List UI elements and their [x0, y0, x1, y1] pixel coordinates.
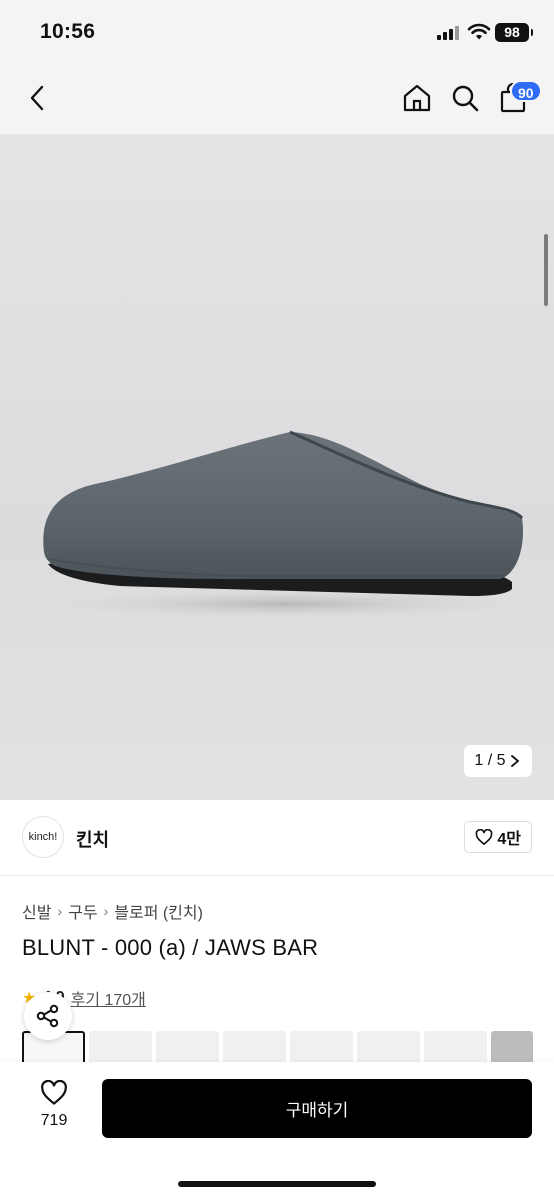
search-button[interactable] — [447, 80, 483, 116]
status-time: 10:56 — [40, 20, 96, 43]
image-counter-text: 1 / 5 — [474, 752, 506, 769]
nav-bar — [0, 64, 554, 134]
back-button[interactable] — [20, 80, 56, 116]
scroll-indicator[interactable] — [544, 234, 548, 306]
wifi-icon — [467, 23, 491, 40]
brand-like-button[interactable]: 4만 — [464, 821, 532, 853]
breadcrumb-item[interactable]: 구두 — [68, 899, 97, 923]
signal-icon — [437, 26, 461, 40]
product-image[interactable] — [0, 134, 554, 800]
breadcrumb-item[interactable]: 신발 — [22, 899, 51, 923]
breadcrumb: 신발 › 구두 › 블로퍼 (킨치) — [22, 899, 203, 923]
chevron-left-icon — [30, 85, 44, 111]
bottom-action-bar: 719 구매하기 — [0, 1062, 554, 1200]
brand-logo[interactable]: kinch! — [22, 816, 64, 858]
buy-button[interactable]: 구매하기 — [102, 1079, 532, 1138]
share-icon — [36, 1004, 59, 1028]
chevron-right-icon — [510, 755, 519, 767]
breadcrumb-item[interactable]: 블로퍼 (킨치) — [114, 899, 203, 923]
share-button[interactable] — [24, 992, 72, 1040]
chevron-right-icon: › — [103, 903, 109, 919]
chevron-right-icon: › — [57, 903, 63, 919]
heart-icon — [475, 829, 493, 845]
heart-icon — [41, 1079, 67, 1105]
wishlist-button[interactable]: 719 — [28, 1079, 80, 1130]
search-icon — [452, 85, 479, 112]
battery-icon: 98 — [495, 23, 533, 42]
home-button[interactable] — [399, 80, 435, 116]
wishlist-count: 719 — [40, 1112, 68, 1129]
home-indicator — [178, 1181, 376, 1187]
product-title: BLUNT - 000 (a) / JAWS BAR — [22, 935, 319, 960]
image-counter[interactable]: 1 / 5 — [464, 745, 532, 777]
home-icon — [403, 84, 431, 112]
brand-name[interactable]: 킨치 — [76, 826, 109, 852]
brand-like-count: 4만 — [497, 831, 521, 848]
shoe-image — [25, 430, 545, 620]
review-link[interactable]: 후기 170개 — [71, 986, 146, 1010]
brand-row[interactable]: kinch! 킨치 4만 — [0, 800, 554, 876]
status-bar: 10:56 98 — [0, 0, 554, 64]
cart-count-badge: 90 — [510, 80, 542, 102]
